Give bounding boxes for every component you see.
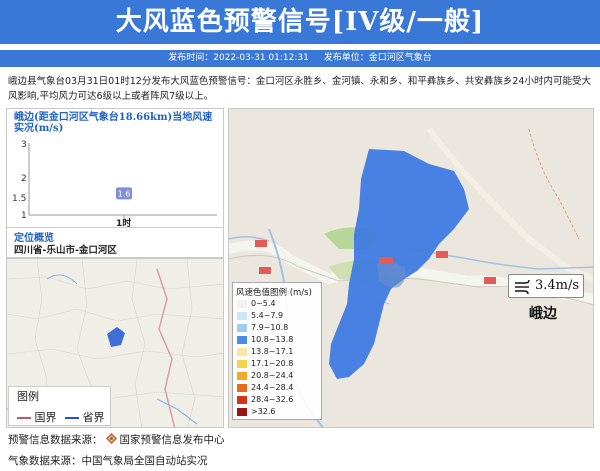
warning-title: 大风蓝色预警信号[IV级/一般] [0, 0, 600, 44]
legend-range-label: 7.9~10.8 [251, 323, 289, 332]
legend-color-swatch [237, 323, 247, 332]
legend-color-swatch [237, 311, 247, 320]
wind-legend-item: >32.6 [237, 407, 276, 417]
highway-sign-icon [484, 277, 496, 284]
legend-color-swatch [237, 407, 247, 416]
legend-range-label: 17.1~20.8 [251, 359, 294, 368]
legend-color-swatch [237, 347, 247, 356]
warning-source-label: 预警信息数据来源： [8, 434, 103, 446]
legend-range-label: 5.4~7.9 [251, 311, 284, 320]
wind-legend-item: 28.4~32.6 [237, 395, 293, 405]
highway-sign-icon [259, 267, 271, 274]
highway-sign-icon [436, 251, 448, 258]
provincial-border-line-icon [65, 417, 79, 419]
legend-range-label: >32.6 [251, 407, 276, 416]
wind-legend-title: 风速色值图例 (m/s) [236, 288, 312, 298]
warning-description: 峨边县气象台03月31日01时12分发布大风蓝色预警信号：金口河区永胜乡、金河镇… [8, 76, 591, 102]
legend-range-label: 28.4~32.6 [251, 395, 294, 404]
legend-range-label: 0~5.4 [251, 299, 276, 308]
wind-icon [515, 279, 530, 295]
publish-unit: 发布单位：金口河区气象台 [323, 53, 432, 63]
wind-speed-readout[interactable]: 3.4m/s [508, 274, 584, 298]
y-tick-label: 3 [21, 140, 27, 150]
provincial-border-label: 省界 [82, 411, 105, 424]
legend-title: 图例 [17, 390, 39, 403]
wind-speed-legend: 风速色值图例 (m/s) 0~5.4 5.4~7.9 7.9~10.8 10.8~13… [232, 282, 322, 420]
warning-source-line: 预警信息数据来源： 国家预警信息发布中心 [8, 432, 225, 447]
wind-legend-item: 13.8~17.1 [237, 347, 293, 357]
publish-info-bar: 发布时间：2022-03-31 01:12:31 发布单位：金口河区气象台 [0, 50, 600, 67]
wind-legend-item: 24.4~28.4 [237, 383, 293, 393]
national-border-line-icon [17, 417, 31, 419]
y-tick-label: 1.5 [12, 194, 26, 204]
wind-legend-item: 7.9~10.8 [237, 323, 288, 333]
wind-chart-svg: 3 2 1.5 1 1时 1.6 [12, 140, 217, 229]
national-border-label: 国界 [34, 411, 57, 424]
wind-legend-item: 20.8~24.4 [237, 371, 293, 381]
legend-color-swatch [237, 299, 247, 308]
location-value: 四川省-乐山市-金口河区 [14, 245, 117, 256]
data-points: 1.6 [116, 187, 132, 200]
legend-range-label: 10.8~13.8 [251, 335, 294, 344]
legend-national-border: 国界 [17, 409, 57, 425]
y-tick-label: 1 [21, 211, 27, 221]
warning-center-logo-icon [105, 433, 117, 444]
legend-color-swatch [237, 359, 247, 368]
highway-sign-icon [379, 257, 393, 264]
wind-legend-item: 17.1~20.8 [237, 359, 293, 369]
legend-provincial-border: 省界 [65, 409, 105, 425]
legend-range-label: 24.4~28.4 [251, 383, 294, 392]
warning-source-name[interactable]: 国家预警信息发布中心 [120, 434, 225, 446]
legend-color-swatch [237, 383, 247, 392]
data-point-label: 1.6 [118, 189, 131, 198]
station-wind-chart-panel: 峨边(距金口河区气象台18.66km)当地风速实况(m/s) 3 2 1.5 1… [6, 108, 224, 229]
wind-legend-item: 10.8~13.8 [237, 335, 293, 345]
station-place-label: 峨边 [529, 306, 557, 322]
overview-legend: 图例 国界 省界 [8, 386, 111, 426]
wind-legend-item: 5.4~7.9 [237, 311, 283, 321]
weather-source-line: 气象数据来源：中国气象局全国自动站实况 [8, 455, 208, 467]
legend-color-swatch [237, 395, 247, 404]
wind-legend-item: 0~5.4 [237, 299, 276, 309]
location-overview: 定位概览 四川省-乐山市-金口河区 [6, 228, 224, 258]
y-tick-label: 2 [21, 174, 27, 184]
publish-time: 发布时间：2022-03-31 01:12:31 [168, 53, 309, 63]
wind-speed-value: 3.4m/s [535, 278, 580, 293]
highway-sign-icon [255, 240, 267, 247]
legend-color-swatch [237, 371, 247, 380]
legend-color-swatch [237, 335, 247, 344]
legend-range-label: 13.8~17.1 [251, 347, 294, 356]
legend-range-label: 20.8~24.4 [251, 371, 294, 380]
